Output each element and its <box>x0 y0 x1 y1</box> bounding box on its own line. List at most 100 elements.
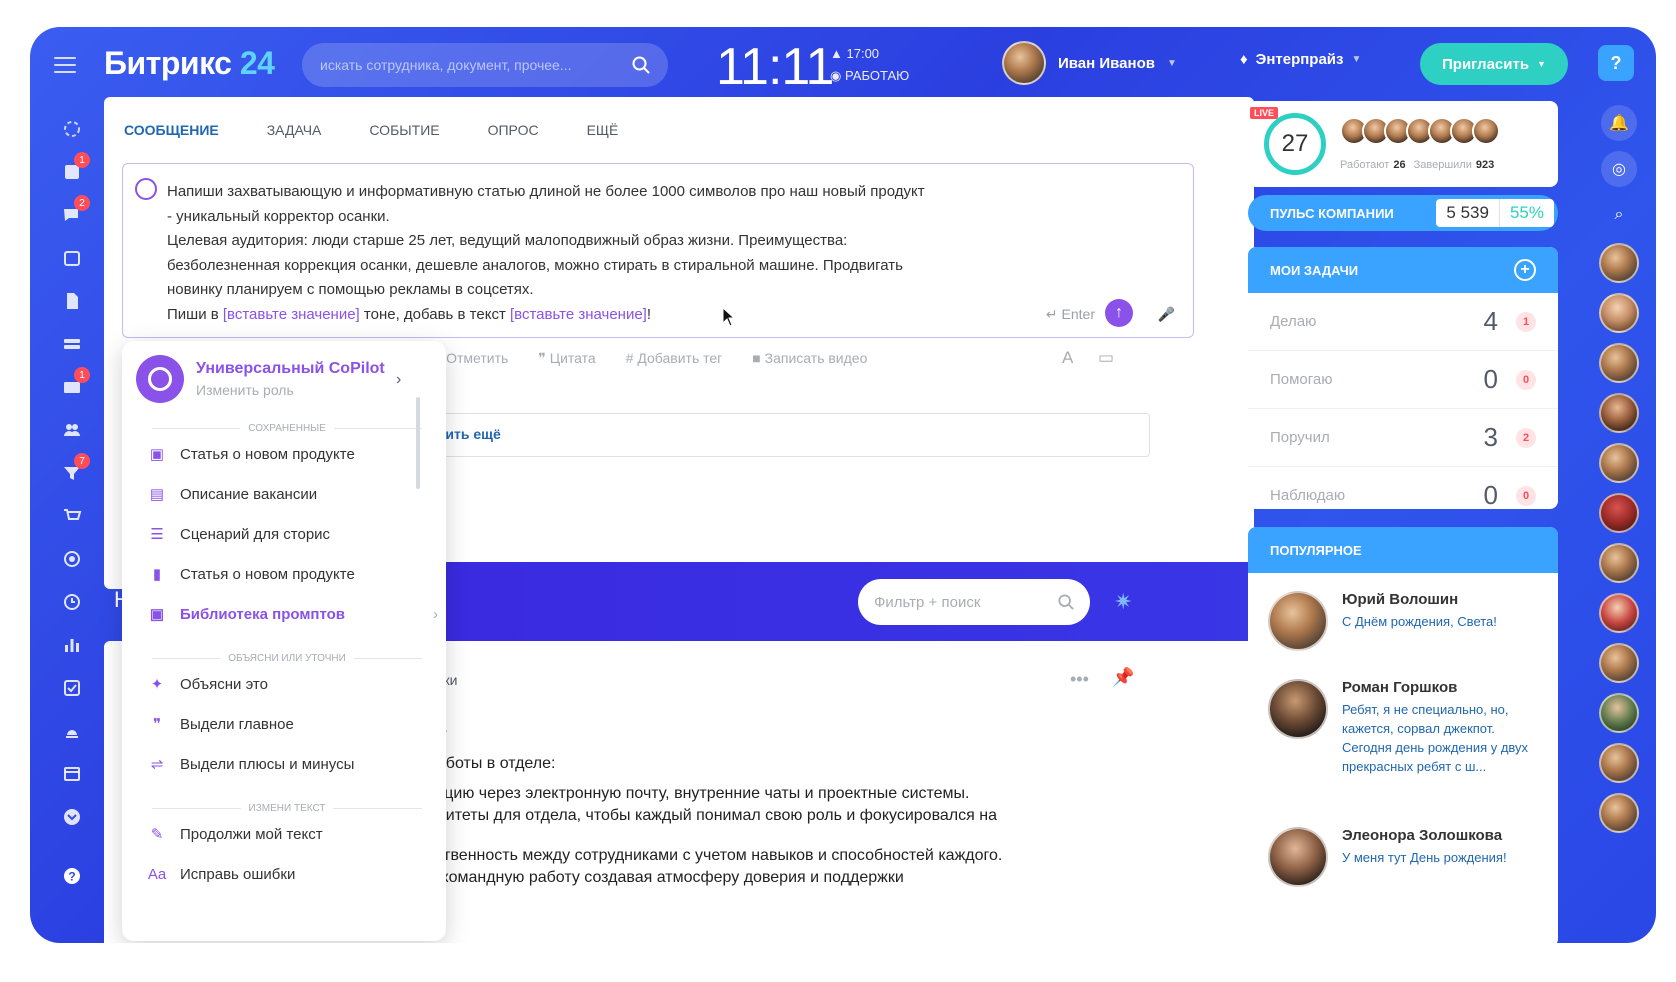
sidebar-item-network[interactable] <box>54 107 90 150</box>
avatar[interactable] <box>1599 743 1639 783</box>
bell-icon: ▲ <box>830 46 843 61</box>
tab-poll[interactable]: ОПРОС <box>488 122 539 138</box>
avatar[interactable] <box>1599 243 1639 283</box>
sidebar-item-sites[interactable] <box>54 752 90 795</box>
placeholder-token[interactable]: [вставьте значение] <box>223 306 360 323</box>
help-icon[interactable]: ? <box>1598 45 1634 81</box>
arrow-up-icon: ↑ <box>1115 304 1123 321</box>
sidebar-item-groups[interactable] <box>54 408 90 451</box>
avatar[interactable] <box>1599 343 1639 383</box>
tab-task[interactable]: ЗАДАЧА <box>267 122 322 138</box>
menu-item-prompt-library[interactable]: ▣ Библиотека промптов › <box>148 605 438 624</box>
menu-item-saved[interactable]: ▮ Статья о новом продукте <box>148 565 438 584</box>
menu-item-label: Статья о новом продукте <box>180 565 355 583</box>
tag-button[interactable]: # Добавить тег <box>626 350 723 367</box>
settings-icon[interactable]: ✷ <box>1114 589 1132 615</box>
avatar[interactable] <box>1599 443 1639 483</box>
user-menu[interactable]: Иван Иванов ▼ <box>1002 41 1177 85</box>
clock-icon <box>64 593 80 610</box>
avatar[interactable] <box>1599 543 1639 583</box>
add-task-icon[interactable]: + <box>1514 259 1536 281</box>
sidebar-item-analytics[interactable] <box>54 623 90 666</box>
avatar[interactable] <box>1599 793 1639 833</box>
task-row-assigned[interactable]: Поручил 3 2 <box>1248 409 1558 467</box>
send-button[interactable]: ↑ <box>1105 299 1133 327</box>
avatar[interactable] <box>1599 643 1639 683</box>
popular-post[interactable]: Юрий Волошин С Днём рождения, Света! <box>1268 591 1532 651</box>
search-icon[interactable]: ⌕ <box>1601 197 1637 233</box>
post-line: работы в отделе: <box>428 755 556 772</box>
sidebar-item-time[interactable] <box>54 580 90 623</box>
video-button[interactable]: ■ Записать видео <box>752 350 867 367</box>
menu-item-change[interactable]: Aa Исправь ошибки <box>148 865 438 883</box>
task-row-watching[interactable]: Наблюдаю 0 0 <box>1248 467 1558 509</box>
menu-item-saved[interactable]: ▣ Статья о новом продукте <box>148 445 438 464</box>
task-row-doing[interactable]: Делаю 4 1 <box>1248 293 1558 351</box>
chat-icon[interactable]: ◎ <box>1601 151 1637 187</box>
live-badge: LIVE <box>1250 107 1279 119</box>
post-preview: У меня тут День рождения! <box>1342 850 1507 865</box>
pin-icon[interactable]: 📌 <box>1112 667 1134 688</box>
author-name: Роман Горшков <box>1342 679 1458 696</box>
sidebar-item-docs[interactable] <box>54 279 90 322</box>
sidebar-item-mail[interactable]: 1 <box>54 365 90 408</box>
microphone-icon[interactable]: 🎤 <box>1158 306 1175 323</box>
cursor-icon <box>722 307 736 327</box>
panel-icon[interactable]: ▭ <box>1098 348 1114 368</box>
sidebar-item-crm[interactable]: 7 <box>54 451 90 494</box>
menu-item-explain[interactable]: ⇌ Выдели плюсы и минусы <box>148 755 438 774</box>
notifications-icon[interactable]: 🔔 <box>1601 105 1637 141</box>
copilot-icon <box>135 178 157 200</box>
avatar[interactable] <box>1599 393 1639 433</box>
menu-icon[interactable] <box>54 57 76 73</box>
company-pulse[interactable]: ПУЛЬС КОМПАНИИ 5 539 55% <box>1248 195 1558 231</box>
tab-more[interactable]: ЕЩЁ <box>587 122 619 138</box>
menu-item-label: Описание вакансии <box>180 485 318 503</box>
text-format-icon[interactable]: A <box>1062 348 1073 368</box>
sidebar-item-marketing[interactable] <box>54 537 90 580</box>
document-icon <box>67 292 78 309</box>
search-icon[interactable] <box>632 56 650 74</box>
work-status[interactable]: ▲ 17:00 ◉ РАБОТАЮ <box>830 43 909 87</box>
sidebar-item-drive[interactable] <box>54 322 90 365</box>
invite-button[interactable]: Пригласить ▼ <box>1420 43 1568 85</box>
my-tasks-widget: МОИ ЗАДАЧИ + Делаю 4 1 Помогаю 0 0 Поручил 3 2 … <box>1248 247 1558 509</box>
sidebar-item-feed[interactable]: 1 <box>54 150 90 193</box>
sidebar-item-chat[interactable]: 2 <box>54 193 90 236</box>
menu-item-change[interactable]: ✎ Продолжи мой текст <box>148 825 438 844</box>
sidebar-item-more[interactable] <box>54 795 90 838</box>
sidebar-item-shop[interactable] <box>54 494 90 537</box>
menu-item-saved[interactable]: ▤ Описание вакансии <box>148 485 438 504</box>
search-input[interactable]: искать сотрудника, документ, прочее... <box>302 43 668 87</box>
logo[interactable]: Битрикс 24 <box>104 45 275 82</box>
popular-post[interactable]: Роман Горшков Ребят, я не специально, но,… <box>1268 679 1532 776</box>
sidebar-item-help[interactable]: ? <box>54 854 90 897</box>
menu-item-label: Статья о новом продукте <box>180 445 355 463</box>
menu-item-explain[interactable]: ✦ Объясни это <box>148 675 438 694</box>
tab-event[interactable]: СОБЫТИЕ <box>369 122 439 138</box>
copilot-role-selector[interactable]: Универсальный CoPilot Изменить роль <box>136 355 385 403</box>
live-widget[interactable]: LIVE 27 Работают 26 Завершили 923 <box>1248 101 1558 187</box>
notification-badge: 1 <box>74 367 90 383</box>
menu-item-saved[interactable]: ☰ Сценарий для сторис <box>148 525 438 544</box>
quote-button[interactable]: ❞ Цитата <box>538 350 595 367</box>
plan-selector[interactable]: ♦ Энтерпрайз ▼ <box>1240 51 1361 68</box>
add-more-field[interactable]: авить ещё <box>428 413 1150 457</box>
placeholder-token[interactable]: [вставьте значение] <box>510 306 647 323</box>
sidebar-item-tasks[interactable] <box>54 666 90 709</box>
feed-filter-input[interactable]: Фильтр + поиск <box>858 579 1090 625</box>
avatar <box>1472 117 1500 145</box>
tab-message[interactable]: СООБЩЕНИЕ <box>124 122 219 138</box>
avatar[interactable] <box>1599 493 1639 533</box>
menu-item-explain[interactable]: ❞ Выдели главное <box>148 715 438 734</box>
avatar[interactable] <box>1599 293 1639 333</box>
avatar[interactable] <box>1599 593 1639 633</box>
sidebar-item-calendar[interactable] <box>54 236 90 279</box>
copilot-prompt-input[interactable]: Напиши захватывающую и информативную ста… <box>122 163 1194 338</box>
sidebar-item-booking[interactable] <box>54 709 90 752</box>
popular-post[interactable]: Элеонора Золошкова У меня тут День рожден… <box>1268 827 1532 887</box>
more-icon[interactable]: ••• <box>1070 669 1089 690</box>
scrollbar[interactable] <box>416 397 420 489</box>
task-row-helping[interactable]: Помогаю 0 0 <box>1248 351 1558 409</box>
avatar[interactable] <box>1599 693 1639 733</box>
